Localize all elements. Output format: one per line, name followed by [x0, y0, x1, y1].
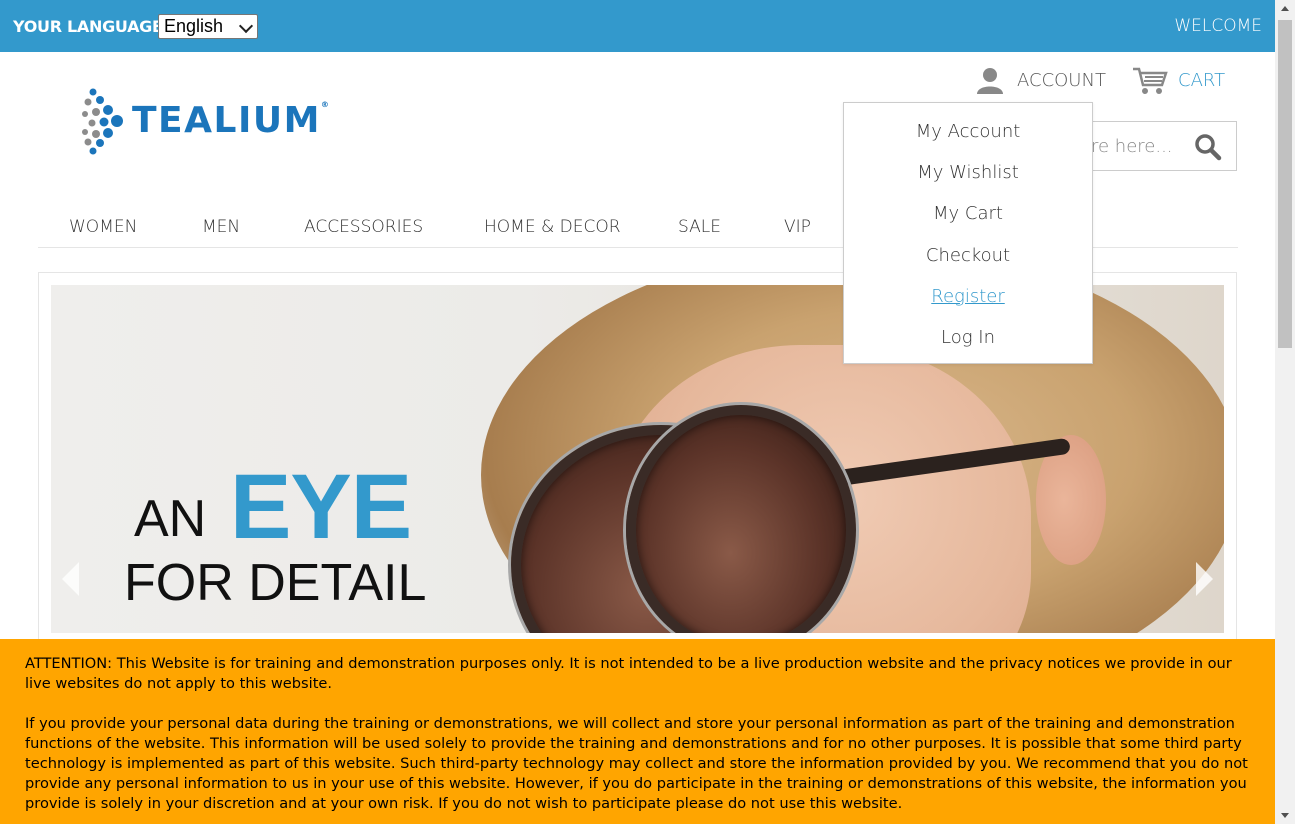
- slider-next-icon[interactable]: [1196, 562, 1213, 596]
- site-logo[interactable]: TEALIUM®: [80, 86, 329, 156]
- scroll-up-icon[interactable]: [1281, 6, 1289, 11]
- banner-text-eye: EYE: [230, 456, 412, 558]
- notice-paragraph-2: If you provide your personal data during…: [25, 715, 1248, 812]
- nav-item-men[interactable]: MEN: [202, 217, 240, 237]
- language-selected-value: English: [164, 16, 224, 36]
- menu-item-my-cart[interactable]: My Cart: [844, 203, 1092, 224]
- search-icon[interactable]: [1194, 133, 1222, 161]
- logo-text: TEALIUM®: [132, 100, 331, 141]
- cart-link[interactable]: CART: [1132, 65, 1225, 95]
- top-bar: YOUR LANGUAGE: English WELCOME: [0, 0, 1275, 52]
- menu-item-my-wishlist[interactable]: My Wishlist: [844, 162, 1092, 183]
- nav-item-accessories[interactable]: ACCESSORIES: [304, 217, 423, 237]
- menu-item-register[interactable]: Register: [844, 286, 1092, 307]
- nav-item-women[interactable]: WOMEN: [69, 217, 137, 237]
- menu-item-checkout[interactable]: Checkout: [844, 245, 1092, 266]
- account-dropdown: My Account My Wishlist My Cart Checkout …: [843, 102, 1093, 364]
- account-label: ACCOUNT: [1017, 69, 1106, 91]
- nav-item-home-decor[interactable]: HOME & DECOR: [484, 217, 621, 237]
- scroll-down-icon[interactable]: [1281, 813, 1289, 818]
- nav-item-vip[interactable]: VIP: [784, 217, 811, 237]
- notice-paragraph-1: ATTENTION: This Website is for training …: [25, 655, 1232, 692]
- nav-item-sale[interactable]: SALE: [678, 217, 721, 237]
- search-input[interactable]: re here...: [1091, 136, 1173, 157]
- language-select[interactable]: English: [158, 14, 258, 39]
- menu-item-my-account[interactable]: My Account: [844, 121, 1092, 142]
- slider-prev-icon[interactable]: [62, 562, 79, 596]
- cart-icon: [1133, 67, 1168, 94]
- cart-label: CART: [1178, 69, 1226, 91]
- user-icon: [977, 68, 1003, 94]
- scrollbar-thumb[interactable]: [1278, 20, 1292, 348]
- banner-text-an: AN: [134, 490, 207, 548]
- banner-text-for-detail: FOR DETAIL: [124, 554, 427, 612]
- page-scrollbar[interactable]: [1275, 0, 1295, 824]
- menu-item-log-in[interactable]: Log In: [844, 327, 1092, 348]
- welcome-message: WELCOME: [1174, 16, 1262, 36]
- language-label: YOUR LANGUAGE:: [13, 17, 169, 36]
- chevron-down-icon: [238, 18, 254, 34]
- logo-dots-icon: [82, 88, 123, 155]
- demo-notice-banner: ATTENTION: This Website is for training …: [0, 639, 1275, 824]
- account-link[interactable]: ACCOUNT: [975, 65, 1106, 95]
